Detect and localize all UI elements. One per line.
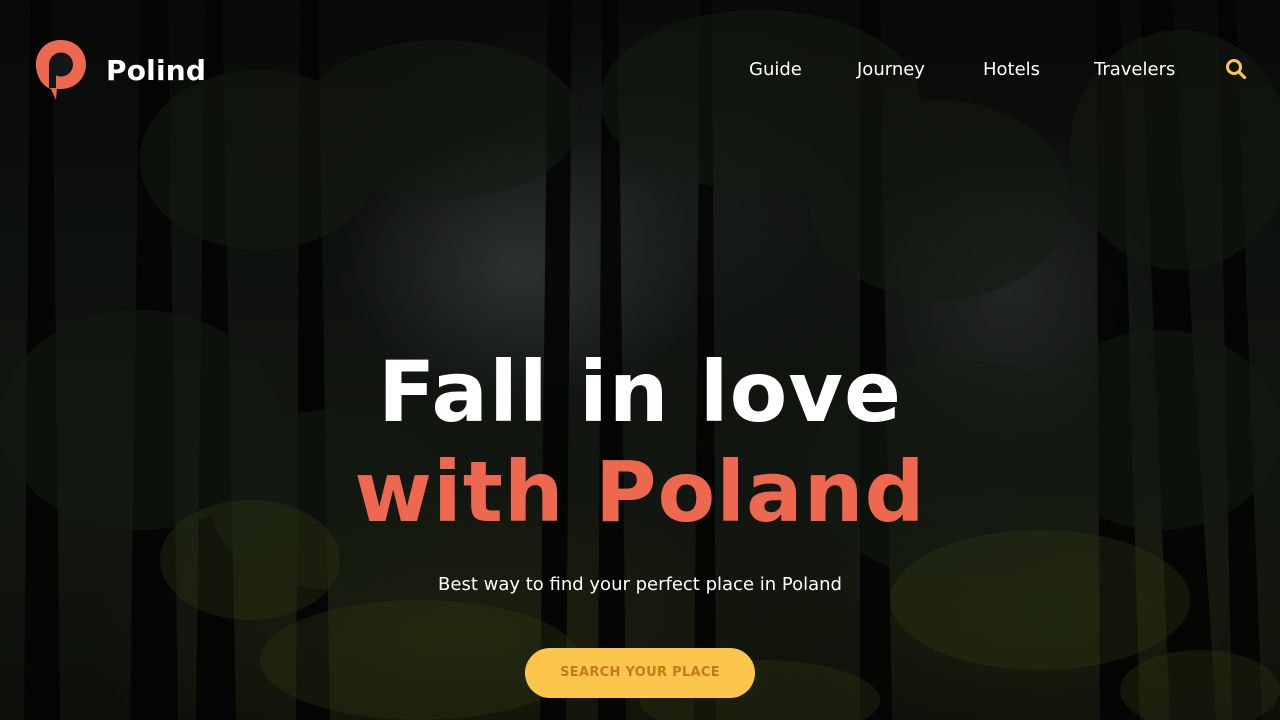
main-nav: Guide Journey Hotels Travelers: [0, 56, 1280, 84]
search-icon[interactable]: [1225, 58, 1247, 80]
hero-subtitle: Best way to find your perfect place in P…: [438, 574, 842, 595]
hero-title-line2: with Poland: [354, 443, 926, 541]
nav-item-journey[interactable]: Journey: [857, 56, 925, 84]
nav-item-travelers[interactable]: Travelers: [1094, 56, 1175, 84]
nav-item-guide[interactable]: Guide: [749, 56, 802, 84]
search-your-place-button[interactable]: SEARCH YOUR PLACE: [525, 648, 755, 698]
nav-item-hotels[interactable]: Hotels: [983, 56, 1040, 84]
hero-title-line1: Fall in love: [377, 343, 903, 441]
site-header: Polind Guide Journey Hotels Travelers: [0, 0, 1280, 140]
